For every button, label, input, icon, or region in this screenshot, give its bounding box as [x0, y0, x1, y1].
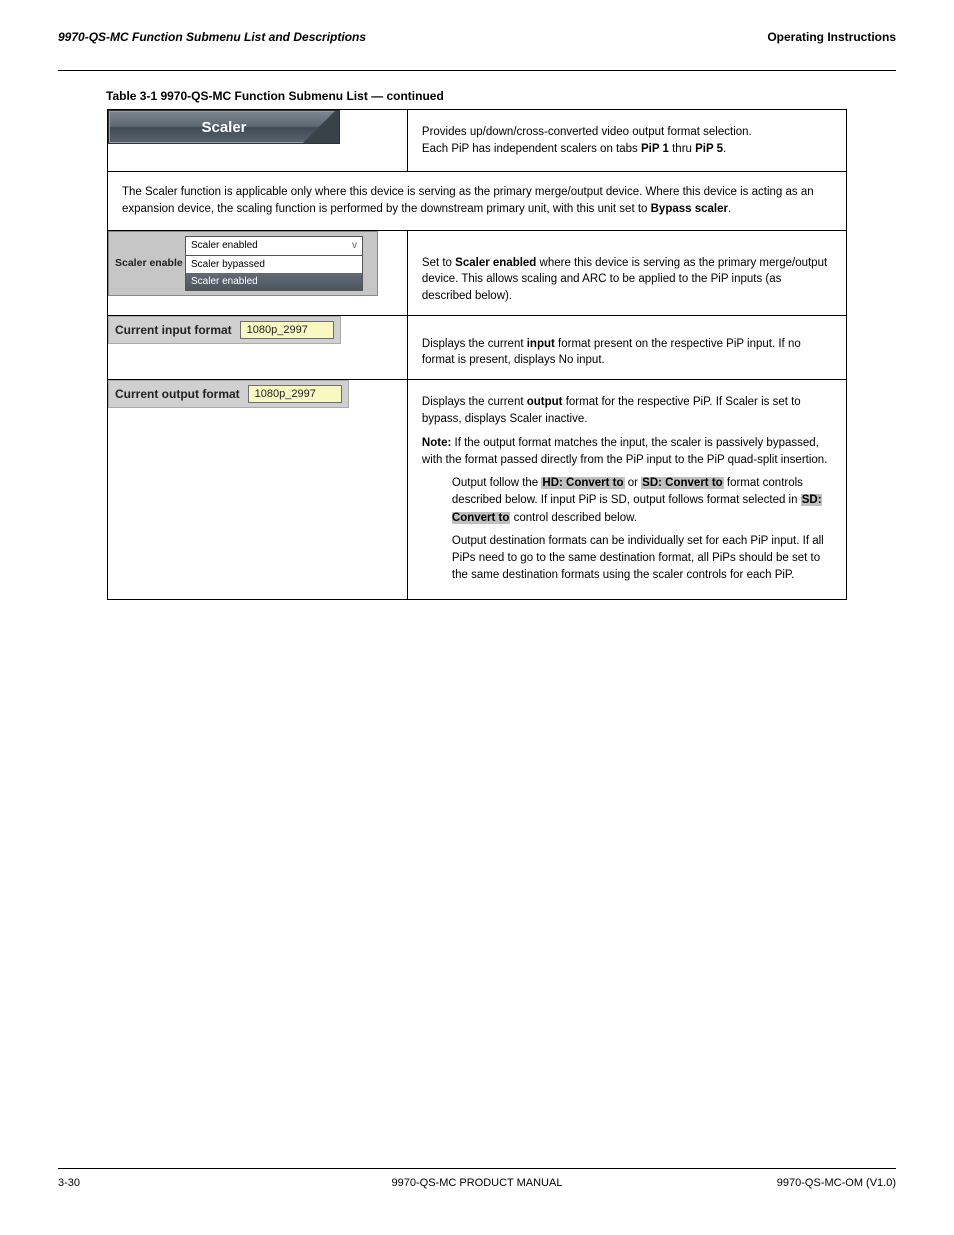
header-left: 9970-QS-MC Function Submenu List and Des…: [58, 30, 366, 44]
scaler-tab-header[interactable]: Scaler: [108, 110, 340, 144]
scaler-tab-label: Scaler: [201, 119, 246, 136]
sd-convert-to-highlight: SD: Convert to: [641, 477, 724, 489]
scaler-enable-label: Scaler enable: [113, 257, 185, 269]
current-output-label: Current output format: [115, 387, 240, 401]
table-caption: Table 3-1 9970-QS-MC Function Submenu Li…: [106, 89, 896, 103]
scaler-enable-description: Set to Scaler enabled where this device …: [408, 231, 846, 315]
title-row: Scaler Provides up/down/cross-converted …: [108, 110, 847, 172]
current-input-label: Current input format: [115, 323, 232, 337]
current-output-description: Displays the current output format for t…: [408, 380, 846, 599]
scaler-note-row: The Scaler function is applicable only w…: [108, 172, 847, 230]
scaler-enable-option-list: Scaler bypassed Scaler enabled: [185, 256, 363, 291]
current-output-row: Current output format 1080p_2997 Display…: [108, 380, 847, 600]
current-output-value: 1080p_2997: [248, 385, 342, 403]
current-input-value: 1080p_2997: [240, 321, 334, 339]
header-right: Operating Instructions: [767, 30, 896, 44]
scaler-enable-panel: Scaler enable Scaler enabled v Scaler by…: [108, 231, 378, 296]
scaler-note: The Scaler function is applicable only w…: [108, 172, 846, 229]
current-input-panel: Current input format 1080p_2997: [108, 316, 341, 344]
scaler-enable-dropdown[interactable]: Scaler enabled v Scaler bypassed Scaler …: [185, 236, 363, 291]
footer-manual-title: 9970-QS-MC PRODUCT MANUAL: [58, 1177, 896, 1189]
scaler-enable-option-bypassed[interactable]: Scaler bypassed: [186, 256, 362, 273]
current-input-row: Current input format 1080p_2997 Displays…: [108, 315, 847, 379]
current-input-description: Displays the current input format presen…: [408, 316, 846, 379]
hd-convert-to-highlight: HD: Convert to: [541, 477, 624, 489]
scaler-enable-row: Scaler enable Scaler enabled v Scaler by…: [108, 230, 847, 315]
current-output-panel: Current output format 1080p_2997: [108, 380, 349, 408]
chevron-down-icon: v: [352, 237, 357, 255]
scaler-tab-description: Provides up/down/cross-converted video o…: [408, 110, 846, 171]
footer-divider: [58, 1168, 896, 1169]
scaler-enable-option-enabled[interactable]: Scaler enabled: [186, 273, 362, 290]
scaler-enable-selected: Scaler enabled: [191, 237, 258, 255]
function-table: Scaler Provides up/down/cross-converted …: [107, 109, 847, 600]
